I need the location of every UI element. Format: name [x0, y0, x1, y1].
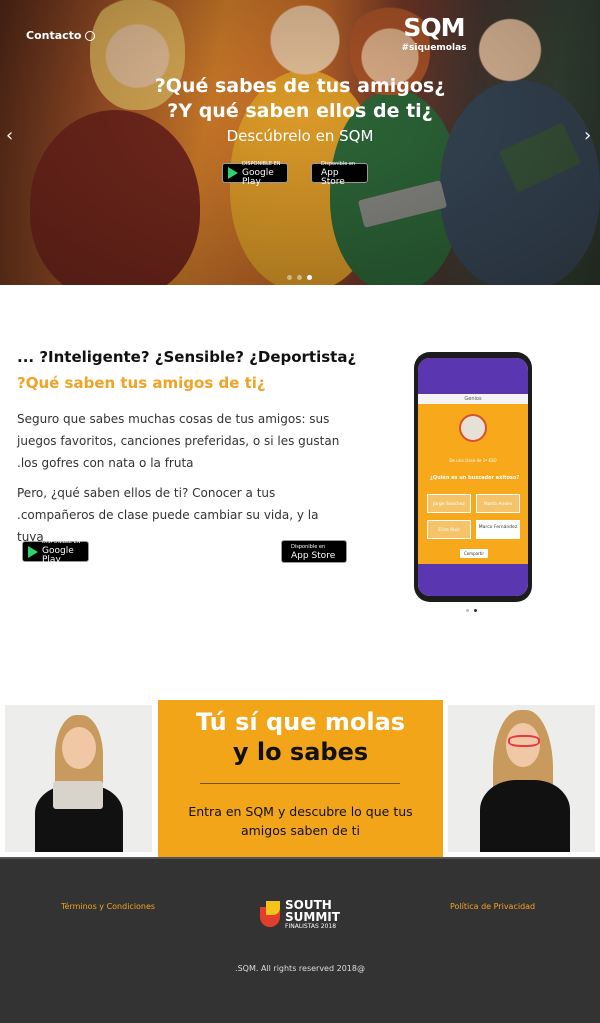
- page: Contacto SQM #siquemolas ?Qué sabes de t…: [0, 0, 600, 1023]
- app-store-button[interactable]: Disponible en App Store: [281, 540, 347, 563]
- copyright-text: .SQM. All rights reserved 2018@: [235, 964, 365, 973]
- carousel-dot[interactable]: [297, 275, 302, 280]
- sponsor-line-3: FINALISTAS 2018: [285, 923, 337, 930]
- logo-text: SQM: [403, 13, 465, 42]
- promo-banner: Tú sí que molas y lo sabes Entra en SQM …: [158, 700, 443, 857]
- phone-bottom-bar: [418, 564, 528, 596]
- avatar-icon: [459, 414, 487, 442]
- sponsor-line-2: SUMMIT: [285, 910, 340, 924]
- app-store-name: App Store: [321, 167, 345, 187]
- hero-app-store-button[interactable]: Disponible en App Store: [311, 161, 368, 186]
- phone-screen-header: Genios: [418, 394, 528, 404]
- contact-label: Contacto: [26, 29, 82, 42]
- carousel-dot[interactable]: [287, 275, 292, 280]
- phone-carousel-indicators: [466, 609, 477, 612]
- privacy-link[interactable]: Política de Privacidad: [450, 902, 535, 911]
- banner-title-2: y lo sabes: [232, 738, 369, 766]
- google-play-icon: [28, 545, 38, 558]
- footer: Términos y Condiciones SOUTH SUMMIT FINA…: [0, 857, 600, 1023]
- phone-small-text: De una clase de 1º ESO: [449, 458, 497, 463]
- logo-hashtag: #siquemolas: [401, 43, 467, 53]
- hero-google-play-button[interactable]: DISPONIBLE EN Google Play: [222, 161, 288, 186]
- banner-title-1: Tú sí que molas: [195, 708, 406, 736]
- banner-divider: [200, 783, 400, 784]
- carousel-prev-icon[interactable]: ‹: [6, 125, 13, 146]
- photo-shirt: [480, 780, 570, 852]
- phone-screen: Genios De una clase de 1º ESO ¿Quién es …: [418, 358, 528, 596]
- phone-status-area: [418, 358, 528, 394]
- carousel-dot[interactable]: [466, 609, 469, 612]
- hero-title-line1: ?Qué sabes de tus amigos¿: [154, 75, 446, 97]
- banner-text: Entra en SQM y descubre lo que tus amigo…: [188, 804, 413, 838]
- sqm-logo[interactable]: SQM #siquemolas: [401, 14, 467, 54]
- google-play-name: Google Play: [242, 167, 274, 187]
- phone-question: ¿Quién es un buscador exitoso?: [430, 475, 520, 481]
- hero-carousel: Contacto SQM #siquemolas ?Qué sabes de t…: [0, 0, 600, 285]
- intro-paragraph-1: Seguro que sabes muchas cosas de tus ami…: [17, 412, 340, 470]
- google-play-button[interactable]: DISPONIBLE EN Google Play: [22, 539, 89, 565]
- south-summit-logo: SOUTH SUMMIT FINALISTAS 2018: [260, 899, 340, 931]
- terms-link[interactable]: Términos y Condiciones: [61, 902, 155, 911]
- phone-question-card: De una clase de 1º ESO ¿Quién es un busc…: [418, 404, 528, 564]
- hero-title-line2: ?Y qué saben ellos de ti¿: [167, 100, 433, 122]
- phone-mockup: Genios De una clase de 1º ESO ¿Quién es …: [414, 352, 532, 602]
- google-play-name: Google Play: [42, 546, 74, 565]
- photo-girl-glasses: [448, 705, 595, 852]
- phone-option: Jorge Sanchez: [427, 494, 471, 513]
- intro-orange-question: ?Qué saben tus amigos de ti¿: [17, 374, 266, 392]
- photo-face: [62, 727, 96, 769]
- carousel-dot-active[interactable]: [474, 609, 477, 612]
- whatsapp-icon: [85, 30, 96, 41]
- google-play-icon: [228, 167, 238, 179]
- contact-link[interactable]: Contacto: [26, 29, 96, 42]
- phone-option: Elisa Ruiz: [427, 520, 471, 539]
- photo-phone: [53, 781, 103, 809]
- carousel-dot-active[interactable]: [307, 275, 312, 280]
- carousel-indicators: [287, 275, 312, 280]
- photo-glasses: [508, 735, 540, 747]
- photo-girl-selfie: [5, 705, 152, 852]
- carousel-next-icon[interactable]: ›: [584, 125, 591, 146]
- intro-question: ... ?Inteligente? ¿Sensible? ¿Deportista…: [17, 348, 357, 366]
- phone-share-button: Compartir: [460, 549, 488, 558]
- hero-subtitle: Descúbrelo en SQM: [226, 127, 374, 145]
- phone-option-selected: Marco Fernández: [476, 520, 520, 539]
- app-store-name: App Store: [291, 550, 336, 561]
- phone-option: Marta Andes: [476, 494, 520, 513]
- south-summit-icon: [260, 901, 282, 929]
